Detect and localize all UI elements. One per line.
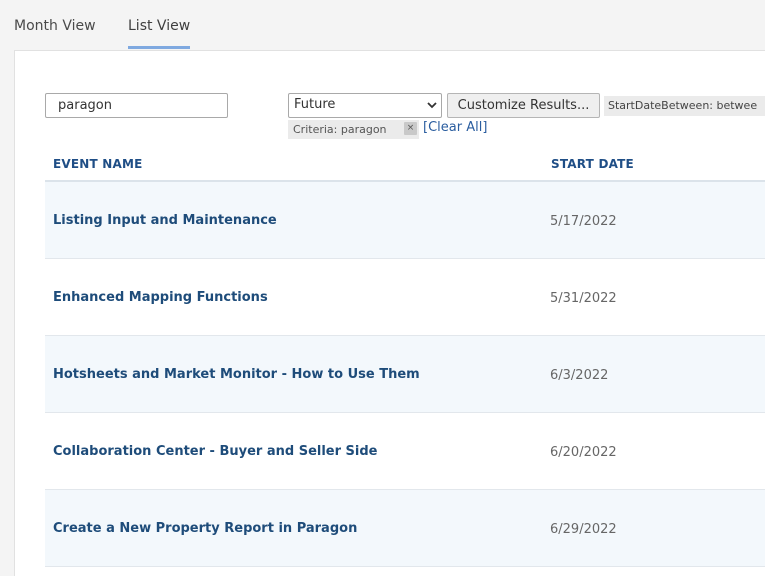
- event-name-link[interactable]: Create a New Property Report in Paragon: [53, 521, 357, 536]
- event-start-date: 6/29/2022: [550, 522, 617, 537]
- column-header-event-name[interactable]: EVENT NAME: [53, 157, 143, 171]
- customize-results-button[interactable]: Customize Results...: [447, 93, 600, 118]
- search-input[interactable]: [45, 93, 228, 118]
- view-tabs: Month View List View: [0, 0, 765, 50]
- table-row: Hotsheets and Market Monitor - How to Us…: [45, 336, 765, 413]
- table-row: Listing Input and Maintenance 5/17/2022: [45, 182, 765, 259]
- event-name-link[interactable]: Collaboration Center - Buyer and Seller …: [53, 444, 378, 459]
- event-start-date: 6/20/2022: [550, 445, 617, 460]
- event-start-date: 5/31/2022: [550, 291, 617, 306]
- table-row: Create a New Property Report in Paragon …: [45, 490, 765, 567]
- time-filter-select[interactable]: Future: [288, 93, 442, 118]
- event-name-link[interactable]: Listing Input and Maintenance: [53, 213, 277, 228]
- clear-all-link[interactable]: [Clear All]: [423, 120, 487, 135]
- criteria-chip: Criteria: paragon: [288, 120, 419, 139]
- close-icon[interactable]: ×: [404, 122, 417, 135]
- chevron-down-icon: [427, 102, 437, 109]
- time-filter-value: Future: [294, 97, 336, 112]
- event-start-date: 6/3/2022: [550, 368, 609, 383]
- column-header-start-date[interactable]: START DATE: [551, 157, 634, 171]
- date-range-tag: StartDateBetween: betwee: [604, 96, 765, 116]
- event-start-date: 5/17/2022: [550, 214, 617, 229]
- tab-month-view[interactable]: Month View: [14, 18, 96, 34]
- event-name-link[interactable]: Enhanced Mapping Functions: [53, 290, 268, 305]
- event-name-link[interactable]: Hotsheets and Market Monitor - How to Us…: [53, 367, 420, 382]
- tab-list-view[interactable]: List View: [128, 18, 190, 34]
- table-row: Enhanced Mapping Functions 5/31/2022: [45, 259, 765, 336]
- active-tab-indicator: [128, 46, 190, 49]
- table-row: Collaboration Center - Buyer and Seller …: [45, 413, 765, 490]
